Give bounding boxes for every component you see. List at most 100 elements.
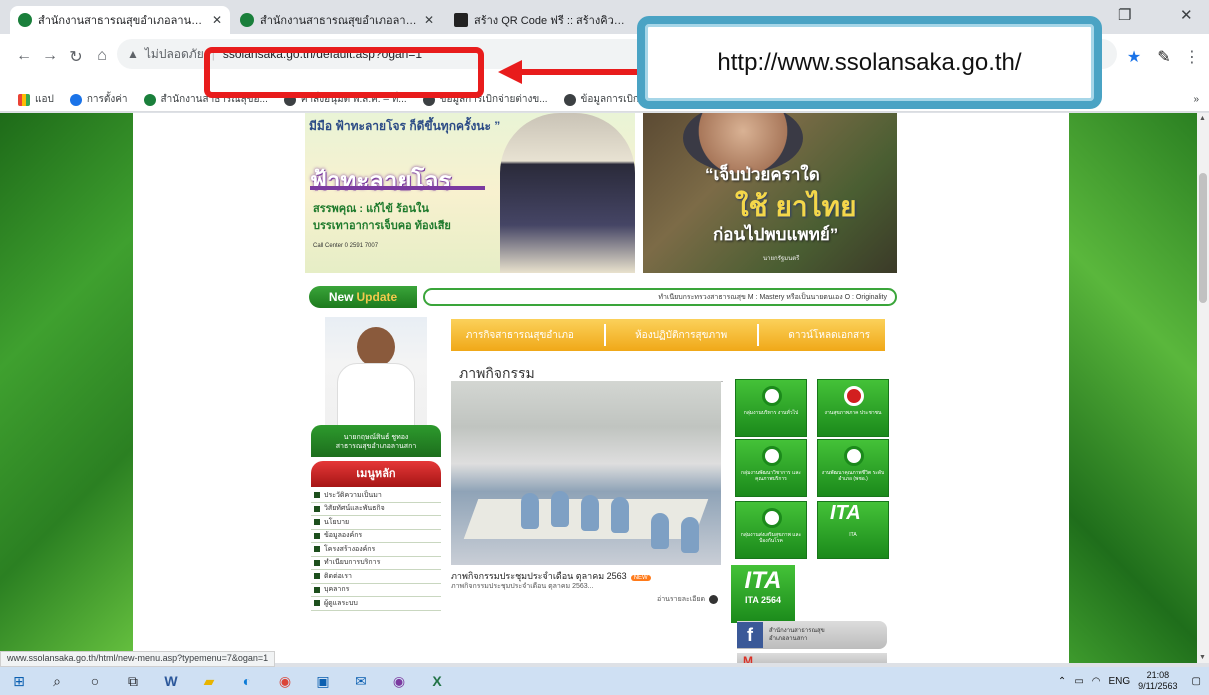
tag-new: New	[328, 290, 354, 304]
read-more-link[interactable]: อ่านรายละเอียด	[657, 594, 719, 605]
search-icon[interactable]: ⌕	[38, 667, 76, 695]
group-quality-of-life-button[interactable]: งานพัฒนาคุณภาพชีวิต ระดับอำเภอ (พชอ.)	[817, 439, 889, 497]
group-public-health-button[interactable]: งานสุขภาพภาค ประชาชน	[817, 379, 889, 437]
restore-window-icon[interactable]: ❐	[1118, 6, 1131, 24]
news-ticker: New Update ทำเนียบกระทรวงสาธารณสุข M : M…	[309, 285, 897, 309]
cortana-icon[interactable]: ○	[76, 667, 114, 695]
page-scrollbar[interactable]: ▲ ▼	[1197, 113, 1209, 663]
chevron-up-icon[interactable]: ⌃	[1058, 676, 1066, 687]
group-academic-button[interactable]: กลุ่มงานพัฒนาวิชาการ และคุณภาพบริการ	[735, 439, 807, 497]
director-portrait	[325, 317, 427, 433]
menu-item[interactable]: โครงสร้างองค์กร	[311, 543, 441, 557]
tab-title: สำนักงานสาธารณสุขอำเภอลานสกา ห	[38, 15, 206, 27]
forward-icon[interactable]: →	[40, 47, 60, 65]
notification-icon[interactable]: ▢	[1192, 676, 1201, 687]
activity-photo[interactable]	[451, 381, 721, 565]
bullet-icon	[314, 492, 320, 499]
mail-icon[interactable]: ✉	[342, 667, 380, 695]
back-icon[interactable]: ←	[14, 47, 34, 65]
moph-icon	[143, 93, 156, 106]
scroll-up-icon[interactable]: ▲	[1199, 115, 1206, 122]
clock[interactable]: 21:08 9/11/2563	[1138, 670, 1177, 692]
ita-button[interactable]: ITA ITA	[817, 501, 889, 559]
menu-item[interactable]: ผู้ดูแลระบบ	[311, 597, 441, 611]
windows-start-icon[interactable]: ⊞	[0, 667, 38, 695]
taskbar: ⊞ ⌕ ○ ⧉ W ▰ ◐ ◉ ▣ ✉ ◉ X ⌃ ▭ ◠ ENG 21:08 …	[0, 667, 1209, 695]
herb-banner[interactable]: มีมือ ฟ้าทะลายโจร ก็ดีขึ้นทุกครั้งนะ ” ฟ…	[305, 113, 635, 273]
menu-item-label: ประวัติความเป็นมา	[324, 491, 382, 499]
battery-icon[interactable]: ▭	[1074, 676, 1083, 687]
ita-logo: ITA	[830, 502, 861, 524]
attendee	[581, 495, 599, 531]
main-menu-heading: เมนูหลัก	[311, 461, 441, 487]
clock-time: 21:08	[1146, 670, 1170, 680]
menu-item[interactable]: บุคลากร	[311, 584, 441, 597]
group-admin-button[interactable]: กลุ่มงานบริหาร งานทั่วไป	[735, 379, 807, 437]
menu-item[interactable]: ข้อมูลองค์กร	[311, 530, 441, 543]
gmail-icon: M	[743, 654, 753, 663]
banner-line: สรรพคุณ : แก้ไข้ ร้อนใน	[313, 203, 429, 215]
bullet-icon	[314, 600, 320, 607]
file-explorer-icon[interactable]: ▰	[190, 667, 228, 695]
reload-icon[interactable]: ↻	[66, 47, 86, 67]
security-label[interactable]: ไม่ปลอดภัย	[145, 45, 204, 64]
close-icon[interactable]: ✕	[424, 13, 434, 27]
banner-quote: มีมือ ฟ้าทะลายโจร ก็ดีขึ้นทุกครั้งนะ ”	[309, 119, 501, 133]
bookmark-apps[interactable]: แอป	[18, 92, 54, 107]
tab-downloads[interactable]: ดาวน์โหลดเอกสาร	[788, 328, 870, 343]
close-window-icon[interactable]: ✕	[1180, 6, 1193, 24]
bookmark-settings[interactable]: การตั้งค่า	[69, 92, 128, 107]
activity-caption-text: ภาพกิจกรรมประชุมประจำเดือน ตุลาคม 2563	[451, 571, 627, 581]
task-view-icon[interactable]: ⧉	[114, 667, 152, 695]
chrome-icon[interactable]: ◉	[266, 667, 304, 695]
scroll-down-icon[interactable]: ▼	[1199, 654, 1206, 661]
browser-tab-2[interactable]: สำนักงานสาธารณสุขอำเภอลานสกา ห ✕	[232, 6, 442, 34]
menu-item[interactable]: วิสัยทัศน์และพันธกิจ	[311, 503, 441, 516]
chrome-icon[interactable]: ◉	[380, 667, 418, 695]
tab-title: สร้าง QR Code ฟรี :: สร้างคิวอาร์โค้ด	[474, 15, 628, 27]
home-icon[interactable]: ⌂	[92, 47, 112, 65]
menu-item[interactable]: ติดต่อเรา	[311, 570, 441, 584]
store-icon[interactable]: ▣	[304, 667, 342, 695]
group-prevention-button[interactable]: กลุ่มงานส่งเสริมสุขภาพ และป้องกันโรค	[735, 501, 807, 559]
menu-item[interactable]: นโยบาย	[311, 516, 441, 530]
close-icon[interactable]: ✕	[212, 13, 222, 27]
excel-icon[interactable]: X	[418, 667, 456, 695]
facebook-link[interactable]: f สำนักงานสาธารณสุข อำเภอลานสกา	[737, 621, 887, 649]
qr-icon	[454, 13, 468, 27]
menu-icon[interactable]: ⋮	[1182, 47, 1202, 67]
callout-arrow	[520, 69, 637, 75]
ita-2564-button[interactable]: ITA ITA 2564	[731, 565, 795, 623]
banner-title: ฟ้าทะลายโจร	[310, 168, 452, 195]
menu-item[interactable]: ประวัติความเป็นมา	[311, 489, 441, 503]
red-emblem-icon	[844, 386, 864, 406]
scroll-thumb[interactable]	[1199, 173, 1207, 303]
browser-tab-3[interactable]: สร้าง QR Code ฟรี :: สร้างคิวอาร์โค้ด	[446, 6, 636, 34]
ticker-text[interactable]: ทำเนียบกระทรวงสาธารณสุข M : Mastery หรือ…	[423, 288, 897, 306]
portrait-head	[357, 327, 395, 367]
tab-title: สำนักงานสาธารณสุขอำเภอลานสกา ห	[260, 15, 418, 27]
director-title: สาธารณสุขอำเภอลานสกา	[335, 443, 417, 450]
read-more-label: อ่านรายละเอียด	[657, 596, 706, 603]
tab-health-lab[interactable]: ห้องปฏิบัติการสุขภาพ	[635, 328, 727, 343]
bookmark-star-icon[interactable]: ★	[1124, 47, 1144, 67]
more-bookmarks-icon[interactable]: »	[1193, 94, 1199, 105]
wifi-icon[interactable]: ◠	[1092, 676, 1101, 687]
banner-small: นายกรัฐมนตรี	[763, 256, 800, 262]
extension-pin-icon[interactable]: ✎	[1154, 47, 1174, 67]
gmail-link[interactable]: M	[737, 653, 887, 663]
word-icon[interactable]: W	[152, 667, 190, 695]
browser-tab-1[interactable]: สำนักงานสาธารณสุขอำเภอลานสกา ห ✕	[10, 6, 230, 34]
bullet-icon	[314, 519, 320, 526]
site-content: มีมือ ฟ้าทะลายโจร ก็ดีขึ้นทุกครั้งนะ ” ฟ…	[305, 113, 897, 663]
system-tray: ⌃ ▭ ◠ ENG 21:08 9/11/2563 ▢	[1058, 667, 1209, 695]
warning-icon[interactable]: ▲	[127, 47, 139, 61]
tab-district-mission[interactable]: ภารกิจสาธารณสุขอำเภอ	[466, 328, 574, 343]
thai-medicine-banner[interactable]: “เจ็บป่วยคราใด ใช้ ยาไทย ก่อนไปพบแพทย์” …	[643, 113, 897, 273]
attendee	[681, 517, 699, 553]
menu-item[interactable]: ทำเนียบการบริการ	[311, 557, 441, 570]
section-tabs: ภารกิจสาธารณสุขอำเภอ ห้องปฏิบัติการสุขภา…	[451, 319, 885, 351]
edge-icon[interactable]: ◐	[228, 667, 266, 695]
group-label: ITA	[849, 532, 857, 538]
language-indicator[interactable]: ENG	[1109, 676, 1131, 687]
